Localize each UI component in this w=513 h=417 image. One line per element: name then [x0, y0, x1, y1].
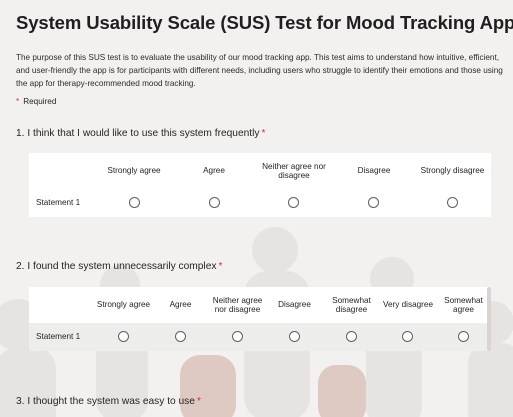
required-star: *	[16, 97, 20, 106]
column-header: Disagree	[357, 166, 391, 176]
form-description: The purpose of this SUS test is to evalu…	[16, 53, 503, 88]
required-label: Required	[23, 97, 57, 106]
question-2-statement-row: Statement 1	[29, 323, 491, 351]
column-header: Strongly agree	[107, 166, 161, 176]
radio-very-disagree[interactable]	[402, 331, 413, 342]
radio-agree[interactable]	[209, 197, 220, 208]
question-2-text: 2. I found the system unnecessarily comp…	[16, 261, 217, 272]
radio-neither[interactable]	[232, 331, 243, 342]
question-1-title: 1. I think that I would like to use this…	[16, 128, 265, 139]
radio-strongly-agree[interactable]	[118, 331, 129, 342]
statement-label: Statement 1	[36, 332, 81, 341]
column-header: Very disagree	[382, 300, 434, 310]
radio-disagree[interactable]	[289, 331, 300, 342]
question-2-required-star: *	[218, 261, 223, 272]
question-1-required-star: *	[261, 128, 266, 139]
column-header: Agree	[203, 166, 225, 176]
column-header: Neither agree nor disagree	[262, 161, 326, 181]
question-1-likert-grid: Strongly agree Agree Neither agree nor d…	[29, 153, 491, 217]
radio-strongly-agree[interactable]	[129, 197, 140, 208]
question-2-likert-grid: Strongly agree Agree Neither agree nor d…	[29, 287, 491, 351]
form-title: System Usability Scale (SUS) Test for Mo…	[16, 12, 513, 33]
question-3-required-star: *	[196, 396, 201, 407]
question-2-title: 2. I found the system unnecessarily comp…	[16, 261, 222, 272]
column-header: Somewhat agree	[444, 295, 483, 315]
column-header: Strongly agree	[96, 300, 151, 310]
radio-somewhat-disagree[interactable]	[346, 331, 357, 342]
radio-neither[interactable]	[288, 197, 299, 208]
question-1-statement-row: Statement 1	[29, 189, 491, 217]
grid-horizontal-scrollbar[interactable]	[487, 287, 491, 351]
question-3-text: 3. I thought the system was easy to use	[16, 396, 195, 407]
required-note: * Required	[16, 97, 56, 106]
column-header: Somewhat disagree	[332, 295, 371, 315]
statement-label: Statement 1	[36, 198, 81, 207]
form-page: System Usability Scale (SUS) Test for Mo…	[0, 0, 513, 417]
question-2-header-row: Strongly agree Agree Neither agree nor d…	[29, 287, 491, 323]
column-header: Strongly disagree	[420, 166, 485, 176]
radio-strongly-disagree[interactable]	[447, 197, 458, 208]
question-3-title: 3. I thought the system was easy to use *	[16, 396, 201, 407]
column-header: Agree	[169, 300, 192, 310]
radio-agree[interactable]	[175, 331, 186, 342]
column-header: Disagree	[278, 300, 311, 310]
question-1-text: 1. I think that I would like to use this…	[16, 128, 260, 139]
column-header: Neither agree nor disagree	[212, 295, 263, 315]
radio-somewhat-agree[interactable]	[458, 331, 469, 342]
question-1-header-row: Strongly agree Agree Neither agree nor d…	[29, 153, 491, 189]
radio-disagree[interactable]	[368, 197, 379, 208]
